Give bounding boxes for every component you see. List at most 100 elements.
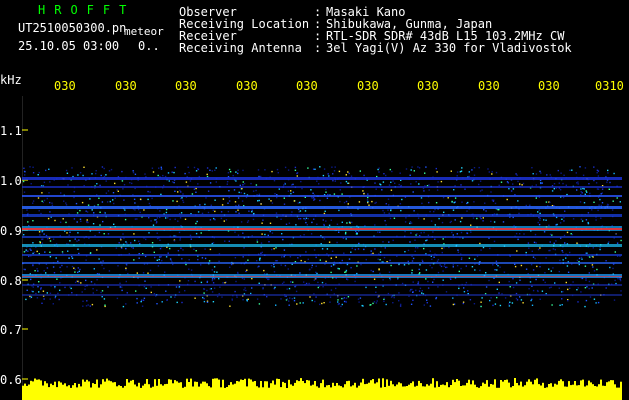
noise-floor-bar bbox=[574, 381, 576, 400]
noise-pixel bbox=[114, 197, 116, 199]
noise-pixel bbox=[528, 247, 530, 249]
noise-pixel bbox=[151, 197, 153, 200]
noise-floor-bar bbox=[162, 385, 164, 400]
noise-pixel bbox=[556, 223, 558, 226]
noise-floor-bar bbox=[512, 386, 514, 400]
noise-pixel bbox=[382, 209, 384, 212]
noise-pixel bbox=[156, 237, 159, 240]
noise-pixel bbox=[302, 302, 304, 304]
noise-pixel bbox=[273, 248, 275, 250]
noise-pixel bbox=[52, 303, 54, 305]
noise-floor-bar bbox=[454, 382, 456, 400]
noise-pixel bbox=[479, 242, 481, 245]
noise-pixel bbox=[612, 267, 614, 270]
noise-pixel bbox=[429, 250, 431, 252]
noise-pixel bbox=[566, 231, 569, 234]
noise-pixel bbox=[237, 197, 240, 199]
noise-pixel bbox=[452, 297, 454, 299]
noise-pixel bbox=[49, 201, 51, 204]
noise-pixel bbox=[182, 193, 184, 195]
noise-pixel bbox=[138, 257, 140, 259]
noise-pixel bbox=[577, 301, 579, 303]
noise-pixel bbox=[90, 281, 93, 283]
noise-floor-bar bbox=[316, 386, 318, 400]
noise-pixel bbox=[442, 279, 444, 281]
noise-floor-bar bbox=[502, 381, 504, 400]
noise-pixel bbox=[539, 298, 541, 300]
noise-pixel bbox=[160, 193, 162, 196]
noise-pixel bbox=[216, 295, 219, 298]
noise-pixel bbox=[471, 169, 473, 171]
noise-pixel bbox=[284, 166, 287, 169]
noise-pixel bbox=[159, 256, 161, 258]
noise-pixel bbox=[292, 281, 294, 283]
noise-pixel bbox=[74, 238, 76, 240]
noise-pixel bbox=[53, 272, 56, 274]
noise-pixel bbox=[221, 296, 223, 298]
noise-pixel bbox=[437, 286, 439, 288]
noise-pixel bbox=[172, 200, 174, 202]
noise-pixel bbox=[244, 287, 246, 289]
noise-pixel bbox=[270, 265, 273, 267]
noise-pixel bbox=[269, 222, 272, 224]
noise-pixel bbox=[535, 173, 538, 175]
noise-pixel bbox=[394, 182, 396, 184]
noise-floor-bar bbox=[540, 385, 542, 400]
noise-floor-bar bbox=[582, 379, 584, 400]
noise-pixel bbox=[242, 256, 244, 258]
noise-pixel bbox=[173, 171, 175, 174]
noise-pixel bbox=[537, 221, 539, 224]
noise-pixel bbox=[519, 183, 521, 185]
noise-pixel bbox=[242, 232, 244, 234]
noise-pixel bbox=[105, 174, 107, 176]
noise-pixel bbox=[317, 286, 319, 289]
noise-floor-bar bbox=[138, 382, 140, 400]
noise-pixel bbox=[589, 192, 591, 195]
noise-floor-bar bbox=[468, 379, 470, 400]
noise-pixel bbox=[32, 264, 34, 267]
noise-pixel bbox=[212, 209, 214, 212]
noise-pixel bbox=[427, 280, 429, 283]
noise-floor-bar bbox=[408, 384, 410, 400]
noise-pixel bbox=[514, 265, 517, 268]
noise-pixel bbox=[95, 172, 97, 175]
noise-pixel bbox=[316, 272, 318, 275]
noise-pixel bbox=[176, 200, 178, 203]
noise-pixel bbox=[32, 286, 34, 288]
noise-pixel bbox=[445, 291, 448, 293]
noise-pixel bbox=[321, 281, 324, 284]
noise-pixel bbox=[466, 202, 468, 205]
noise-pixel bbox=[269, 230, 271, 233]
noise-pixel bbox=[577, 287, 579, 289]
noise-pixel bbox=[485, 272, 487, 274]
noise-pixel bbox=[228, 240, 230, 242]
noise-pixel bbox=[360, 263, 362, 266]
noise-pixel bbox=[289, 297, 291, 299]
noise-pixel bbox=[591, 264, 594, 266]
noise-pixel bbox=[226, 181, 229, 183]
noise-pixel bbox=[61, 251, 64, 253]
noise-pixel bbox=[412, 257, 415, 260]
noise-pixel bbox=[410, 169, 412, 171]
noise-pixel bbox=[374, 182, 376, 184]
noise-pixel bbox=[184, 218, 187, 220]
noise-pixel bbox=[234, 231, 236, 233]
noise-pixel bbox=[187, 166, 189, 168]
noise-pixel bbox=[509, 301, 511, 303]
noise-pixel bbox=[98, 197, 100, 199]
noise-pixel bbox=[289, 256, 292, 258]
noise-pixel bbox=[437, 271, 440, 274]
noise-pixel bbox=[162, 174, 164, 177]
noise-pixel bbox=[517, 200, 519, 202]
noise-pixel bbox=[154, 219, 156, 221]
noise-pixel bbox=[258, 193, 261, 195]
noise-pixel bbox=[367, 196, 369, 199]
noise-pixel bbox=[517, 180, 519, 183]
noise-pixel bbox=[59, 221, 62, 223]
noise-floor-bar bbox=[466, 382, 468, 400]
noise-pixel bbox=[515, 297, 518, 300]
noise-pixel bbox=[588, 183, 590, 185]
noise-pixel bbox=[317, 281, 319, 284]
noise-pixel bbox=[579, 201, 582, 203]
noise-floor-bar bbox=[108, 380, 110, 400]
